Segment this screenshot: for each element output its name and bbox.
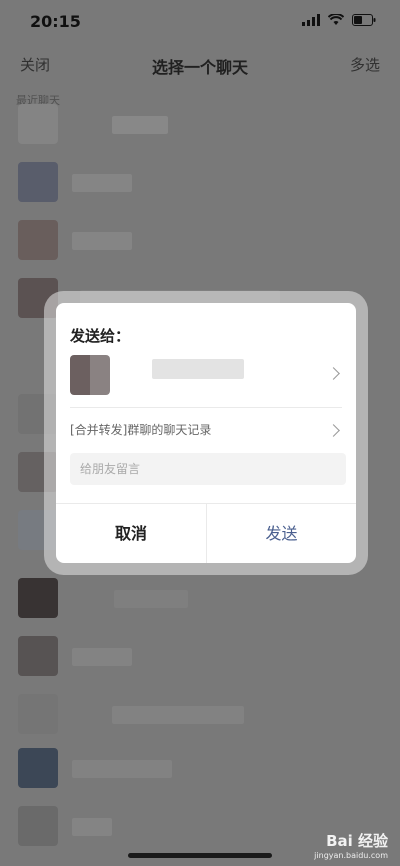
watermark: Bai 经验 jingyan.baidu.com <box>314 830 388 860</box>
forwarded-record-label[interactable]: [合并转发]群聊的聊天记录 <box>70 421 211 438</box>
share-dialog: 发送给： [合并转发]群聊的聊天记录 取消 发送 <box>56 303 356 563</box>
chevron-right-icon[interactable] <box>327 367 340 380</box>
recipient-name-blurred <box>152 359 244 379</box>
divider <box>70 407 342 408</box>
recipient-avatar <box>70 355 110 395</box>
watermark-logo: Bai 经验 <box>326 832 388 850</box>
watermark-url: jingyan.baidu.com <box>314 851 388 860</box>
cancel-button[interactable]: 取消 <box>56 504 206 563</box>
send-button[interactable]: 发送 <box>206 504 356 563</box>
chevron-right-icon[interactable] <box>327 424 340 437</box>
home-indicator[interactable] <box>128 853 272 858</box>
message-input[interactable] <box>70 453 346 485</box>
dialog-actions: 取消 发送 <box>56 503 356 563</box>
dialog-title: 发送给： <box>70 327 131 345</box>
